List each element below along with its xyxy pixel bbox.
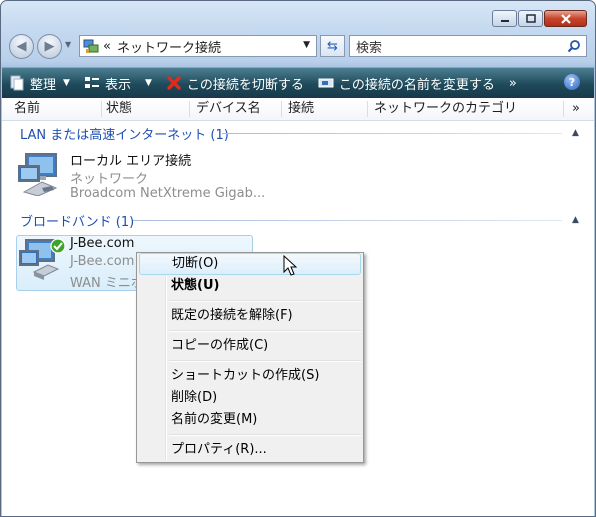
rename-button[interactable]: この接続の名前を変更する (311, 68, 502, 98)
connection-status: J-Bee.com (70, 254, 135, 269)
column-category-label: ネットワークのカテゴリ (374, 101, 518, 116)
content-pane: 名前 状態 デバイス名 接続 ネットワークのカテゴリ » LAN または高速イン… (2, 98, 594, 516)
organize-dropdown-icon: ▼ (63, 78, 70, 88)
column-device[interactable]: デバイス名 (190, 98, 282, 120)
group-divider (222, 133, 562, 134)
forward-button[interactable]: ▶ (37, 34, 62, 59)
column-name-label: 名前 (14, 101, 41, 116)
group-header-lan[interactable]: LAN または高速インターネット (1) (20, 124, 229, 143)
group-header-broadband[interactable]: ブロードバンド (1) (20, 211, 134, 230)
toolbar-more-label: » (508, 75, 517, 91)
history-dropdown-icon[interactable]: ▼ (65, 40, 71, 49)
columns-more-label: » (572, 101, 580, 116)
maximize-button[interactable] (518, 10, 543, 27)
search-icon[interactable] (567, 39, 581, 53)
column-connection-label: 接続 (288, 101, 315, 116)
red-x-icon (166, 75, 182, 91)
column-network-category[interactable]: ネットワークのカテゴリ (368, 98, 564, 120)
address-bar[interactable]: « ネットワーク接続 ▼ (79, 35, 317, 57)
context-menu: 切断(O) 状態(U) 既定の接続を解除(F) コピーの作成(C) ショートカッ… (136, 252, 364, 463)
connection-status: ネットワーク (70, 172, 149, 187)
rename-label: この接続の名前を変更する (338, 77, 495, 93)
connection-name: ローカル エリア接続 (70, 154, 192, 169)
menu-separator (169, 434, 361, 436)
group-title: LAN または高速インターネット (1) (20, 128, 229, 143)
navigation-bar: ◀ ▶ ▼ « ネットワーク接続 ▼ ⇆ 検索 (9, 34, 587, 60)
menu-item-unset-default[interactable]: 既定の接続を解除(F) (139, 305, 361, 327)
column-status[interactable]: 状態 (100, 98, 190, 120)
group-title: ブロードバンド (1) (20, 215, 135, 230)
back-button[interactable]: ◀ (9, 34, 34, 59)
refresh-button[interactable]: ⇆ (320, 35, 345, 57)
menu-item-copy[interactable]: コピーの作成(C) (139, 335, 361, 357)
address-text: ネットワーク接続 (116, 40, 221, 56)
menu-item-delete[interactable]: 削除(D) (139, 387, 361, 409)
menu-item-status[interactable]: 状態(U) (139, 275, 361, 297)
column-connection[interactable]: 接続 (282, 98, 368, 120)
help-icon[interactable]: ? (564, 74, 580, 90)
collapse-chevron-icon[interactable]: ▲ (572, 215, 579, 225)
organize-icon (9, 75, 25, 91)
back-arrow-icon: ◀ (16, 39, 27, 54)
network-folder-icon (83, 38, 99, 54)
command-toolbar: 整理 ▼ 表示 ▼ この接続を切断する この接続の名前を変更する » ? (2, 67, 594, 99)
view-icon (84, 76, 100, 90)
menu-item-rename[interactable]: 名前の変更(M) (139, 409, 361, 431)
column-header-row: 名前 状態 デバイス名 接続 ネットワークのカテゴリ » (2, 98, 594, 121)
menu-item-properties[interactable]: プロパティ(R)... (139, 439, 361, 461)
menu-separator (169, 330, 361, 332)
organize-label: 整理 (30, 77, 57, 93)
toolbar-more-button[interactable]: » (502, 68, 524, 98)
connection-name: J-Bee.com (70, 236, 135, 251)
view-label: 表示 (104, 77, 131, 93)
organize-menu[interactable]: 整理 ▼ (2, 68, 77, 98)
help-label: ? (568, 75, 576, 89)
lan-adapter-icon (16, 152, 62, 199)
column-name[interactable]: 名前 (10, 98, 102, 120)
close-icon (560, 13, 571, 24)
address-dropdown-icon[interactable]: ▼ (303, 40, 310, 50)
explorer-window: ◀ ▶ ▼ « ネットワーク接続 ▼ ⇆ 検索 整理 ▼ 表示 ▼ この接続を切… (0, 0, 596, 517)
connection-device: WAN ミニポ (70, 276, 144, 291)
view-dropdown-icon: ▼ (144, 78, 152, 88)
minimize-button[interactable] (492, 10, 517, 27)
collapse-chevron-icon[interactable]: ▲ (572, 128, 579, 138)
close-button[interactable] (544, 10, 587, 27)
broadband-modem-icon (18, 238, 68, 285)
group-divider (133, 220, 562, 221)
menu-item-create-shortcut[interactable]: ショートカットの作成(S) (139, 365, 361, 387)
column-status-label: 状態 (106, 101, 133, 116)
address-prefix: « (103, 38, 111, 54)
disconnect-button[interactable]: この接続を切断する (159, 68, 311, 98)
minimize-icon (500, 19, 509, 22)
maximize-icon (525, 14, 536, 23)
connection-device: Broadcom NetXtreme Gigab... (70, 186, 266, 201)
caption-buttons (492, 10, 587, 27)
menu-item-disconnect[interactable]: 切断(O) (139, 253, 361, 275)
forward-arrow-icon: ▶ (44, 39, 55, 54)
view-menu[interactable]: 表示 ▼ (77, 68, 159, 98)
disconnect-label: この接続を切断する (186, 77, 304, 93)
rename-icon (318, 77, 334, 89)
search-input[interactable]: 検索 (356, 37, 382, 56)
mouse-cursor-icon (283, 254, 298, 280)
menu-separator (169, 300, 361, 302)
columns-more-button[interactable]: » (570, 98, 590, 120)
menu-separator (169, 360, 361, 362)
column-device-label: デバイス名 (196, 101, 261, 116)
refresh-icon: ⇆ (327, 38, 338, 54)
search-box[interactable]: 検索 (349, 35, 587, 57)
